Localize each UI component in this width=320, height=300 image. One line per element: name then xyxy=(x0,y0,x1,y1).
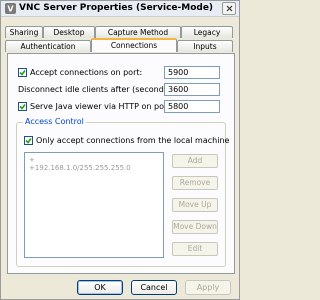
serve-java-viewer-checkbox[interactable] xyxy=(18,102,27,111)
http-port-field[interactable]: 5800 xyxy=(164,100,220,113)
move-up-button[interactable]: Move Up xyxy=(172,198,218,212)
tab-authentication[interactable]: Authentication xyxy=(5,40,91,52)
checkmark-icon xyxy=(25,138,32,144)
access-rules-list[interactable]: + +192.168.1.0/255.255.255.0 xyxy=(24,152,164,258)
svg-text:V: V xyxy=(7,5,14,14)
accept-connections-label: Accept connections on port: xyxy=(30,68,143,77)
access-control-title: Access Control xyxy=(23,117,86,126)
accept-connections-checkbox[interactable] xyxy=(18,68,27,77)
tab-legacy[interactable]: Legacy xyxy=(181,26,233,38)
close-button[interactable] xyxy=(222,2,236,15)
serve-java-viewer-label: Serve Java viewer via HTTP on port: xyxy=(30,102,174,111)
idle-timeout-field[interactable]: 3600 xyxy=(164,83,220,96)
accept-port-field[interactable]: 5900 xyxy=(164,66,220,79)
tab-capture-method[interactable]: Capture Method xyxy=(95,26,181,38)
local-only-checkbox[interactable] xyxy=(24,136,33,145)
move-down-button[interactable]: Move Down xyxy=(172,220,218,234)
idle-timeout-label: Disconnect idle clients after (seconds): xyxy=(18,85,174,94)
tab-sharing[interactable]: Sharing xyxy=(5,26,43,38)
connections-panel: Accept connections on port: 5900 Disconn… xyxy=(7,53,235,274)
cancel-button[interactable]: Cancel xyxy=(131,280,177,295)
tab-inputs[interactable]: Inputs xyxy=(177,40,233,52)
ok-button[interactable]: OK xyxy=(77,280,123,295)
add-button[interactable]: Add xyxy=(172,154,218,168)
list-item[interactable]: +192.168.1.0/255.255.255.0 xyxy=(29,164,131,172)
local-only-label: Only accept connections from the local m… xyxy=(36,136,230,145)
checkmark-icon xyxy=(19,70,26,76)
vnc-app-icon: V xyxy=(5,3,16,14)
window-title: VNC Server Properties (Service-Mode) xyxy=(19,3,214,13)
checkmark-icon xyxy=(19,104,26,110)
close-icon xyxy=(226,5,232,12)
remove-button[interactable]: Remove xyxy=(172,176,218,190)
tab-desktop[interactable]: Desktop xyxy=(43,26,95,38)
title-bar: V VNC Server Properties (Service-Mode) xyxy=(1,1,239,17)
list-item[interactable]: + xyxy=(29,156,35,164)
properties-window: V VNC Server Properties (Service-Mode) S… xyxy=(0,0,240,300)
tab-connections[interactable]: Connections xyxy=(91,38,177,52)
edit-button[interactable]: Edit xyxy=(172,242,218,256)
apply-button[interactable]: Apply xyxy=(185,280,231,295)
